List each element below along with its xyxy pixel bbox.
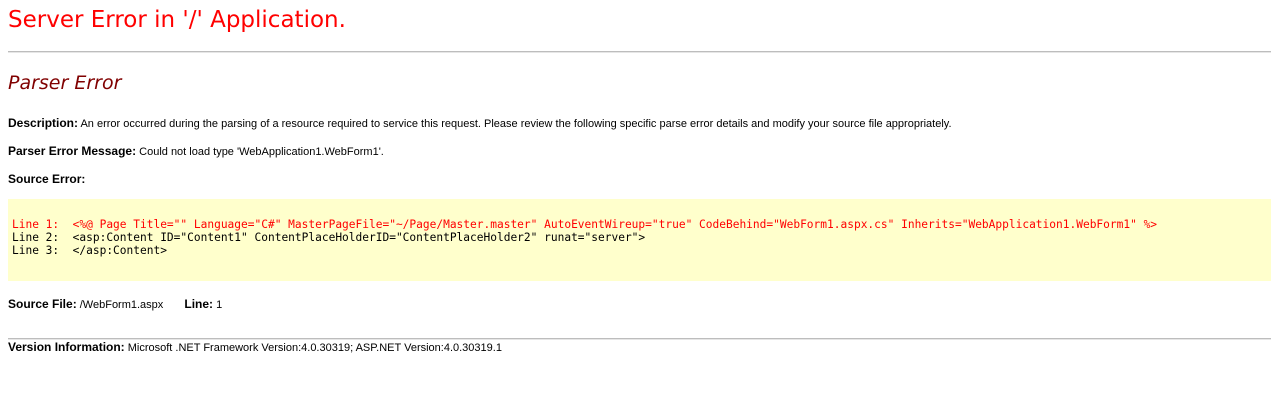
- title-divider: [8, 51, 1271, 53]
- error-heading: Parser Error: [8, 72, 122, 94]
- source-file-label: Source File:: [8, 297, 77, 311]
- source-error-label: Source Error:: [8, 172, 86, 186]
- source-line-3: Line 3: </asp:Content>: [12, 244, 167, 257]
- source-line-2-prefix: Line 2:: [12, 231, 60, 244]
- source-line-1-code: <%@ Page Title="" Language="C#" MasterPa…: [72, 218, 1158, 231]
- source-file-value: /WebForm1.aspx: [79, 299, 164, 311]
- source-line-1-prefix: Line 1:: [12, 218, 60, 231]
- version-information-text: Microsoft .NET Framework Version:4.0.303…: [127, 342, 502, 354]
- line-value: 1: [216, 299, 223, 311]
- source-line-3-code: </asp:Content>: [72, 244, 167, 257]
- source-line-1: Line 1: <%@ Page Title="" Language="C#" …: [12, 218, 1157, 231]
- description-label: Description:: [8, 116, 79, 130]
- version-information-label: Version Information:: [8, 340, 125, 354]
- page-title: Server Error in '/' Application.: [8, 7, 346, 33]
- source-line-3-prefix: Line 3:: [12, 244, 60, 257]
- description-text: An error occurred during the parsing of …: [80, 118, 952, 130]
- parser-error-message-text: Could not load type 'WebApplication1.Web…: [139, 146, 384, 158]
- source-error-section: Source Error:: [8, 172, 85, 186]
- source-line-2-code: <asp:Content ID="Content1" ContentPlaceH…: [72, 231, 646, 244]
- parser-error-message-section: Parser Error Message: Could not load typ…: [8, 144, 384, 158]
- parser-error-message-label: Parser Error Message:: [8, 144, 137, 158]
- source-file-section: Source File: /WebForm1.aspx Line: 1: [8, 297, 222, 311]
- source-code: Line 1: <%@ Page Title="" Language="C#" …: [12, 218, 1157, 257]
- line-label: Line:: [184, 297, 214, 311]
- source-line-2: Line 2: <asp:Content ID="Content1" Conte…: [12, 231, 645, 244]
- source-code-box[interactable]: Line 1: <%@ Page Title="" Language="C#" …: [8, 199, 1271, 281]
- version-information-section: Version Information: Microsoft .NET Fram…: [8, 340, 502, 354]
- description-section: Description: An error occurred during th…: [8, 116, 952, 130]
